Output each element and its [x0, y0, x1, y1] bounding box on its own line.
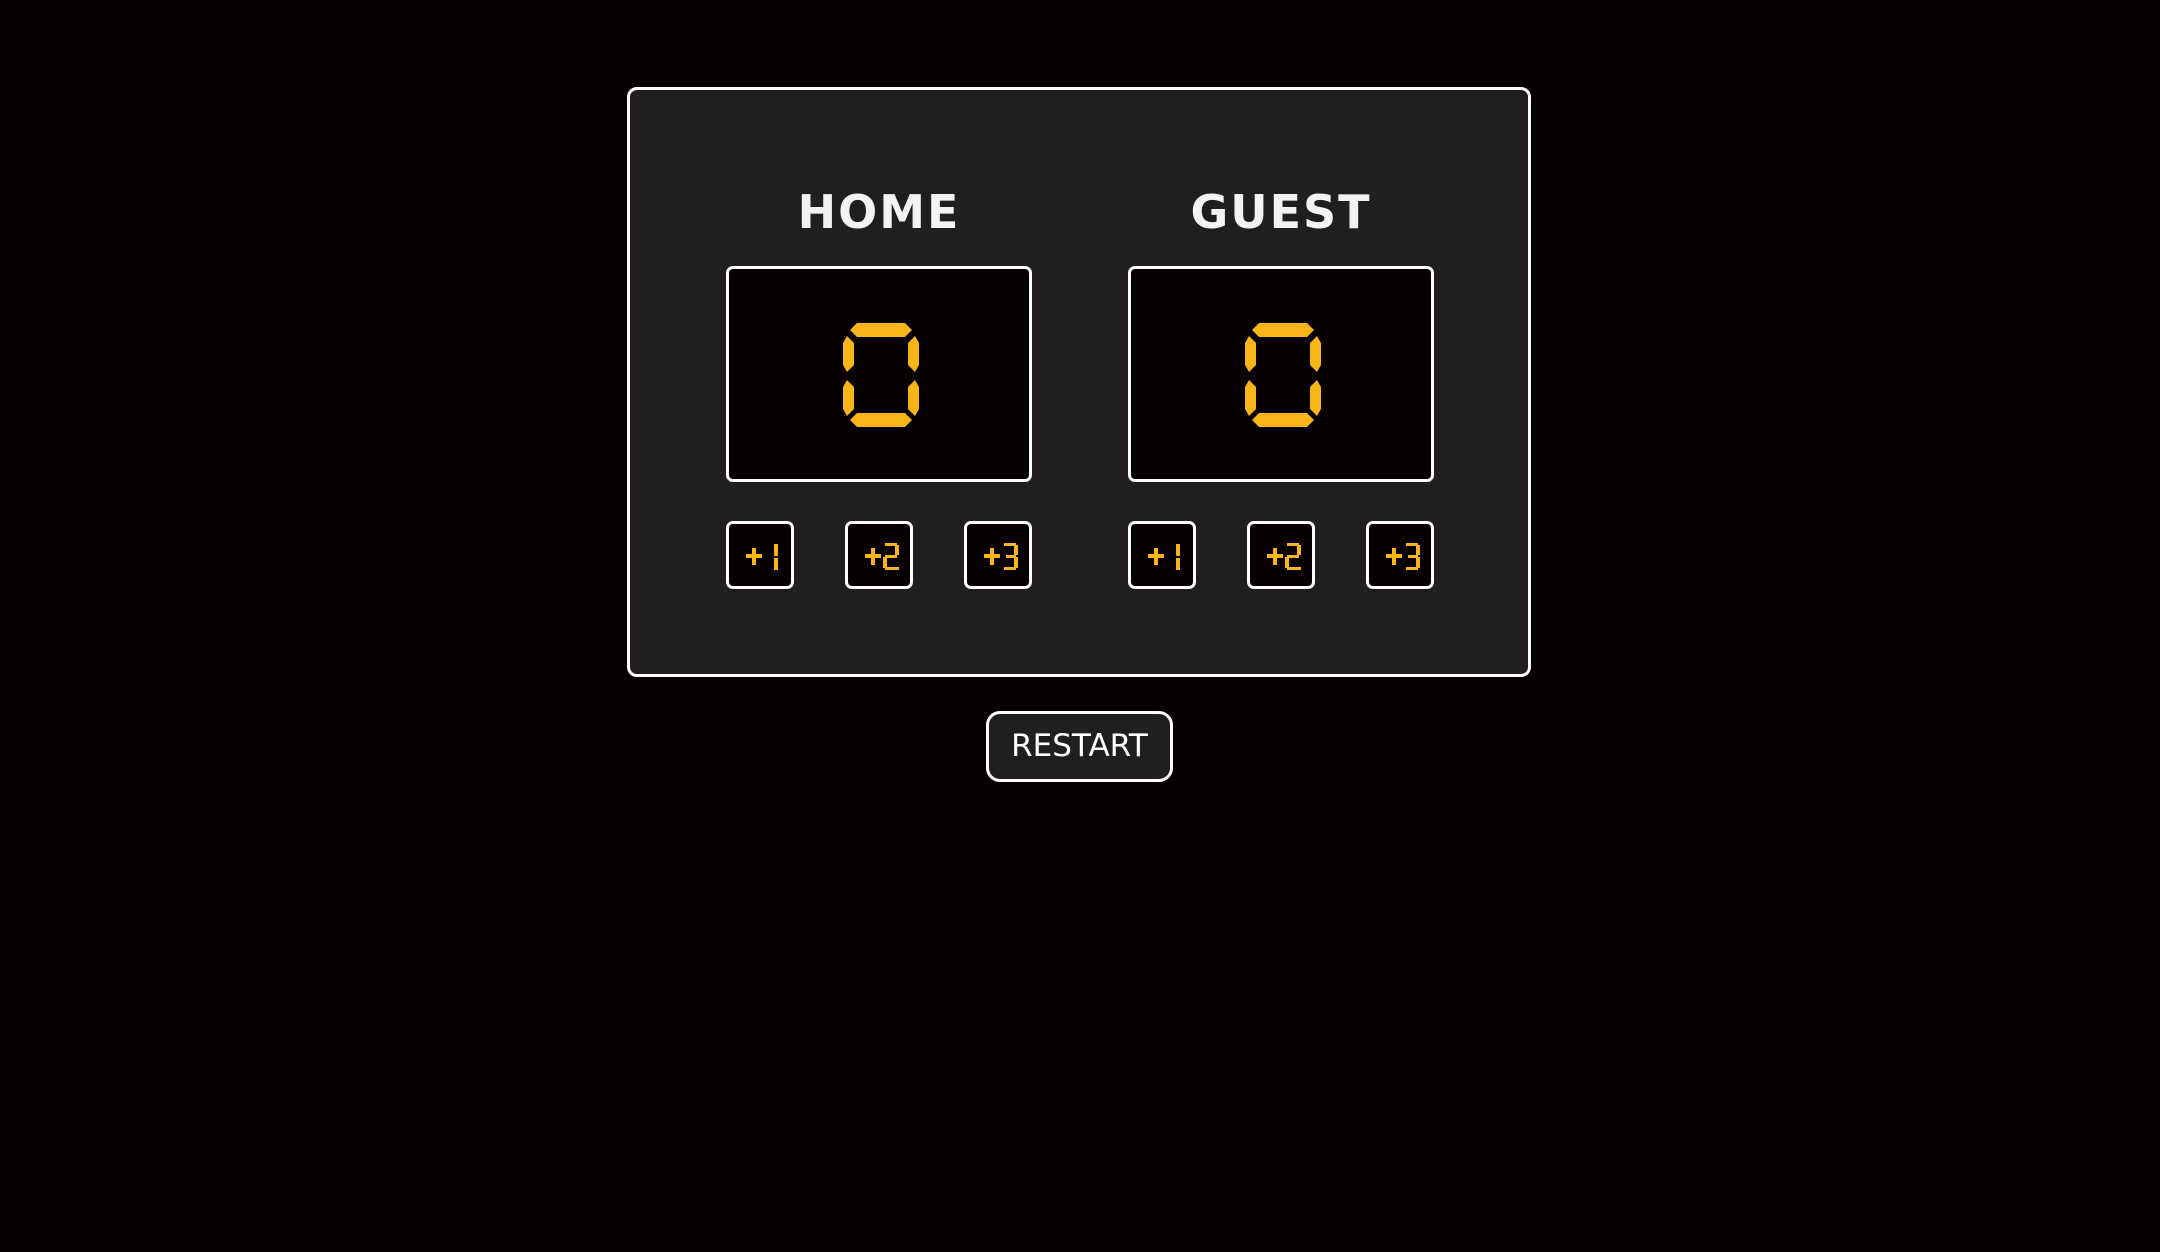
plus-three-glyph — [984, 543, 1018, 570]
plus-two-glyph — [1267, 543, 1301, 570]
home-add-3-button[interactable]: +3 — [964, 521, 1032, 589]
guest-score-digit: 0 — [1245, 323, 1321, 427]
restart-button[interactable]: RESTART — [986, 711, 1173, 782]
plus-one-glyph — [746, 544, 778, 570]
home-add-1-button[interactable]: +1 — [726, 521, 794, 589]
home-add-2-button[interactable]: +2 — [845, 521, 913, 589]
guest-team-name: GUEST — [1190, 185, 1372, 239]
home-button-row: +1 +2 — [726, 521, 1032, 589]
guest-add-2-button[interactable]: +2 — [1247, 521, 1315, 589]
guest-add-3-button[interactable]: +3 — [1366, 521, 1434, 589]
home-score-digit: 0 — [843, 323, 919, 427]
plus-one-glyph — [1148, 544, 1180, 570]
guest-button-row: +1 +2 — [1128, 521, 1434, 589]
guest-add-1-button[interactable]: +1 — [1128, 521, 1196, 589]
home-team-name: HOME — [797, 185, 961, 239]
plus-three-glyph — [1386, 543, 1420, 570]
guest-score-display: 0 — [1128, 266, 1434, 482]
scoreboard-panel: HOME 0 +1 — [627, 87, 1531, 677]
home-score-display: 0 — [726, 266, 1032, 482]
plus-two-glyph — [865, 543, 899, 570]
